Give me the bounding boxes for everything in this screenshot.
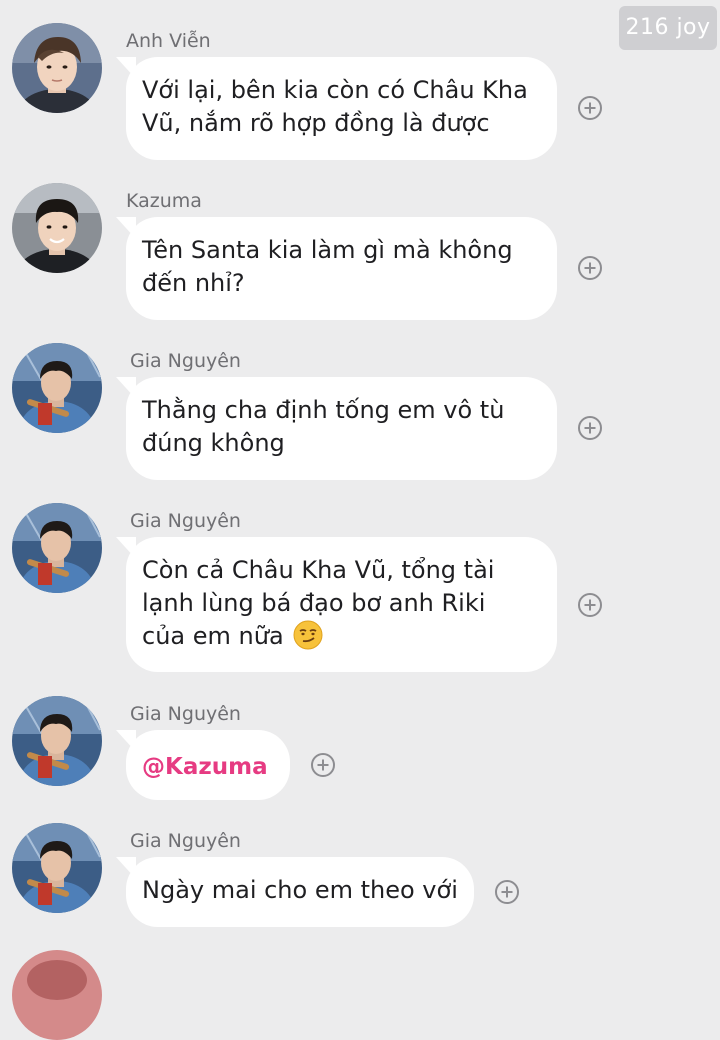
message-bubble[interactable]: Còn cả Châu Kha Vũ, tổng tài lạnh lùng b…	[116, 537, 557, 672]
plus-circle-icon	[578, 593, 602, 617]
avatar-gia-nguyen[interactable]	[12, 823, 102, 913]
add-reaction-button[interactable]	[577, 95, 603, 121]
avatar-partial[interactable]	[12, 950, 102, 1040]
sender-name: Anh Viễn	[126, 30, 211, 52]
avatar-gia-nguyen[interactable]	[12, 696, 102, 786]
message-text-line: Thằng cha định tống em vô tù	[142, 396, 505, 424]
bubble-tail	[116, 377, 136, 399]
sender-name: Kazuma	[126, 190, 202, 212]
message-bubble[interactable]: Với lại, bên kia còn có Châu Kha Vũ, nắm…	[116, 57, 557, 160]
avatar-anh-vien[interactable]	[12, 23, 102, 113]
bubble-tail	[116, 730, 136, 752]
avatar-kazuma[interactable]	[12, 183, 102, 273]
message-text-line: Ngày mai cho em theo với	[142, 876, 458, 904]
smirk-emoji-icon	[293, 620, 323, 659]
add-reaction-button[interactable]	[310, 752, 336, 778]
plus-circle-icon	[578, 256, 602, 280]
message-bubble[interactable]: @Kazuma	[116, 730, 290, 800]
avatar-gia-nguyen[interactable]	[12, 343, 102, 433]
bubble-tail	[116, 57, 136, 79]
plus-circle-icon	[578, 416, 602, 440]
message-text-line: đến nhỉ?	[142, 269, 245, 297]
sender-name: Gia Nguyên	[130, 350, 241, 372]
add-reaction-button[interactable]	[577, 415, 603, 441]
message-text-line: Với lại, bên kia còn có Châu Kha	[142, 76, 528, 104]
avatar-gia-nguyen[interactable]	[12, 503, 102, 593]
bubble-tail	[116, 217, 136, 239]
message-bubble[interactable]: Ngày mai cho em theo với	[116, 857, 474, 927]
sender-name: Gia Nguyên	[130, 703, 241, 725]
sender-name: Gia Nguyên	[130, 510, 241, 532]
bubble-tail	[116, 857, 136, 879]
sender-name: Gia Nguyên	[130, 830, 241, 852]
message-text-line: Còn cả Châu Kha Vũ, tổng tài	[142, 556, 495, 584]
message-bubble[interactable]: Thằng cha định tống em vô tù đúng không	[116, 377, 557, 480]
mention-link[interactable]: @Kazuma	[142, 754, 268, 780]
watermark-badge: 216 joy	[619, 6, 717, 50]
message-text-line: Tên Santa kia làm gì mà không	[142, 236, 513, 264]
add-reaction-button[interactable]	[577, 592, 603, 618]
message-text: của em nữa	[142, 622, 284, 650]
message-bubble[interactable]: Tên Santa kia làm gì mà không đến nhỉ?	[116, 217, 557, 320]
message-text-line-with-emoji: của em nữa	[142, 620, 541, 659]
message-text-line: Vũ, nắm rõ hợp đồng là được	[142, 109, 490, 137]
bubble-tail	[116, 537, 136, 559]
add-reaction-button[interactable]	[494, 879, 520, 905]
plus-circle-icon	[311, 753, 335, 777]
add-reaction-button[interactable]	[577, 255, 603, 281]
plus-circle-icon	[578, 96, 602, 120]
message-text-line: lạnh lùng bá đạo bơ anh Riki	[142, 589, 486, 617]
plus-circle-icon	[495, 880, 519, 904]
message-text-line: đúng không	[142, 429, 285, 457]
